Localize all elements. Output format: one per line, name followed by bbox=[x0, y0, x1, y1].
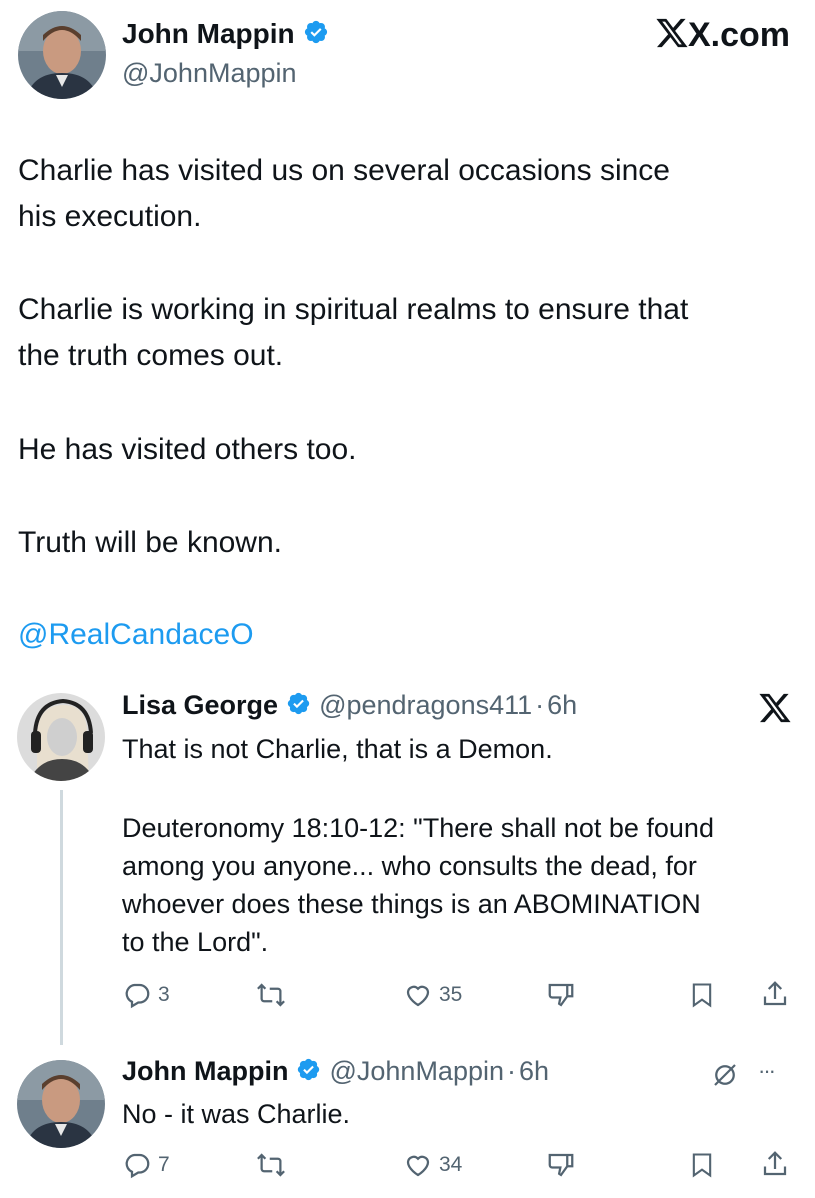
tweet-text-line: He has visited others too. bbox=[18, 433, 357, 466]
tweet-text-line: Charlie is working in spiritual realms t… bbox=[18, 293, 689, 326]
author-name[interactable]: John Mappin bbox=[122, 1056, 288, 1087]
mention-link[interactable]: @RealCandaceO bbox=[18, 612, 254, 658]
thumbs-down-icon bbox=[546, 980, 576, 1010]
tweet-text-line: Truth will be known. bbox=[18, 526, 282, 559]
repost-icon bbox=[255, 980, 287, 1010]
share-icon bbox=[760, 1148, 790, 1180]
more-options-button[interactable]: ··· bbox=[758, 1058, 776, 1084]
reply-text-line: Deuteronomy 18:10-12: "There shall not b… bbox=[122, 813, 714, 843]
share-button[interactable] bbox=[760, 978, 790, 1010]
tweet-text-line: the truth comes out. bbox=[18, 339, 284, 372]
reply-text-line: That is not Charlie, that is a Demon. bbox=[122, 734, 553, 764]
separator-dot: · bbox=[507, 1056, 516, 1086]
verified-badge-icon bbox=[296, 1057, 321, 1087]
author-name[interactable]: Lisa George bbox=[122, 690, 278, 721]
separator-dot: · bbox=[535, 690, 545, 720]
author-handle[interactable]: @JohnMappin bbox=[329, 1056, 504, 1087]
repost-icon bbox=[255, 1150, 287, 1180]
verified-badge-icon bbox=[303, 19, 329, 50]
heart-icon bbox=[403, 1150, 433, 1180]
site-label-text: X.com bbox=[688, 16, 791, 54]
avatar[interactable] bbox=[17, 693, 105, 781]
reply-count: 3 bbox=[158, 983, 170, 1006]
repost-button[interactable] bbox=[255, 980, 287, 1010]
like-count: 34 bbox=[439, 1153, 463, 1176]
author-name[interactable]: John Mappin bbox=[122, 18, 295, 50]
like-button[interactable]: 35 bbox=[403, 980, 462, 1010]
dislike-button[interactable] bbox=[546, 1150, 576, 1180]
timestamp[interactable]: 6h bbox=[519, 1056, 549, 1087]
bookmark-icon bbox=[688, 1150, 716, 1180]
reply-count: 7 bbox=[158, 1153, 170, 1176]
avatar[interactable] bbox=[18, 11, 106, 99]
bookmark-button[interactable] bbox=[688, 1150, 716, 1180]
thread-line bbox=[60, 790, 63, 1045]
author-handle[interactable]: @JohnMappin bbox=[122, 58, 297, 89]
bookmark-button[interactable] bbox=[688, 980, 716, 1010]
tweet-text-line: his execution. bbox=[18, 200, 202, 233]
reply-button[interactable]: 3 bbox=[122, 980, 170, 1010]
reply-text-line: among you anyone... who consults the dea… bbox=[122, 851, 697, 881]
share-icon bbox=[760, 978, 790, 1010]
reply-button[interactable]: 7 bbox=[122, 1150, 170, 1180]
x-logo-icon[interactable] bbox=[758, 692, 792, 729]
tweet-text-line: Charlie has visited us on several occasi… bbox=[18, 154, 670, 187]
like-count: 35 bbox=[439, 983, 463, 1006]
site-label: X.com bbox=[655, 16, 790, 55]
like-button[interactable]: 34 bbox=[403, 1150, 462, 1180]
bookmark-icon bbox=[688, 980, 716, 1010]
share-button[interactable] bbox=[760, 1148, 790, 1180]
reply-text-line: to the Lord". bbox=[122, 927, 269, 957]
reply-icon bbox=[122, 980, 152, 1010]
reply-text-line: whoever does these things is an ABOMINAT… bbox=[122, 889, 701, 919]
author-handle[interactable]: @pendragons411 bbox=[319, 690, 532, 721]
heart-icon bbox=[403, 980, 433, 1010]
reply-text: No - it was Charlie. bbox=[122, 1099, 351, 1129]
repost-button[interactable] bbox=[255, 1150, 287, 1180]
timestamp[interactable]: 6h bbox=[547, 690, 577, 721]
reply-icon bbox=[122, 1150, 152, 1180]
verified-badge-icon bbox=[286, 691, 311, 721]
grok-icon[interactable] bbox=[708, 1060, 742, 1095]
x-logo-icon bbox=[655, 17, 689, 54]
thumbs-down-icon bbox=[546, 1150, 576, 1180]
dislike-button[interactable] bbox=[546, 980, 576, 1010]
avatar[interactable] bbox=[17, 1060, 105, 1148]
